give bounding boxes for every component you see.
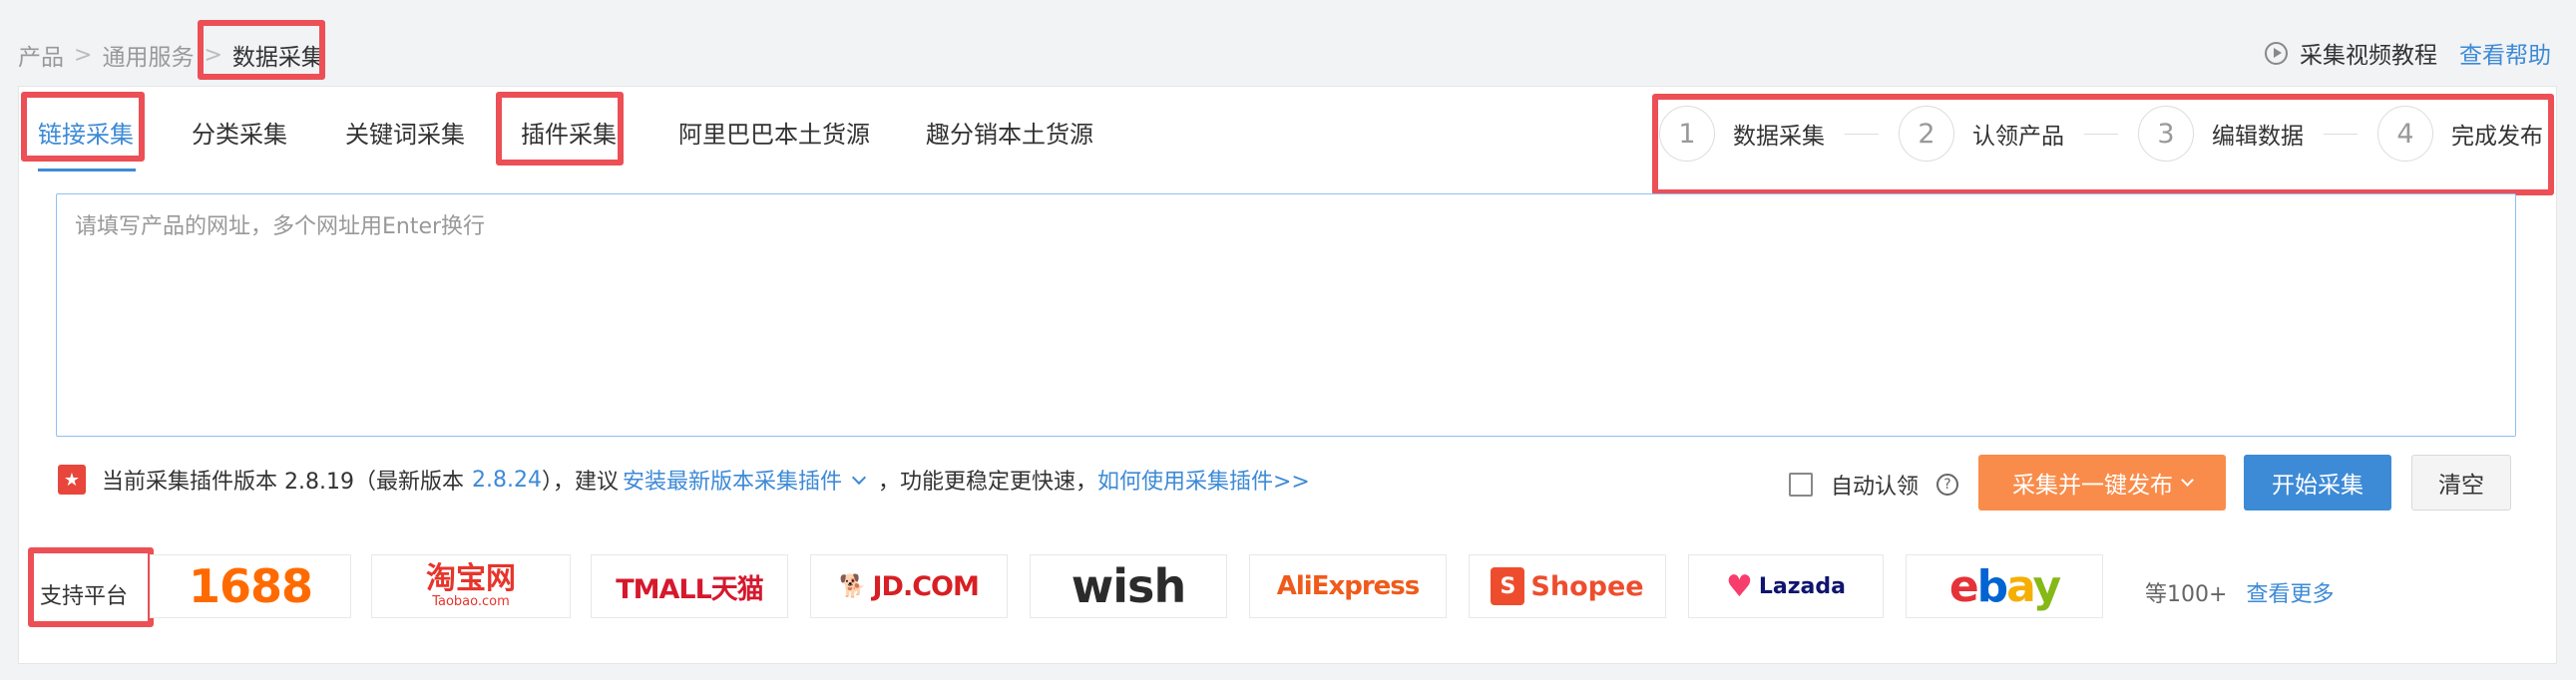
- step-number: 3: [2138, 106, 2194, 162]
- auto-claim-label: 自动认领: [1831, 475, 1920, 500]
- step-number: 1: [1659, 106, 1715, 162]
- play-circle-icon: [2265, 41, 2288, 65]
- start-collect-button[interactable]: 开始采集: [2244, 455, 2391, 510]
- url-input[interactable]: [56, 193, 2516, 437]
- tab-keyword-collect[interactable]: 关键词采集: [315, 92, 493, 171]
- plugin-suggest-text: ），建议: [541, 470, 619, 495]
- how-to-use-plugin-link[interactable]: 如何使用采集插件>>: [1097, 464, 1310, 496]
- tab-link-collect[interactable]: 链接采集: [22, 92, 148, 171]
- auto-claim: 自动认领 ?: [1789, 469, 1959, 501]
- platform-wish[interactable]: wish: [1030, 554, 1227, 618]
- star-badge-icon: ★: [58, 465, 86, 495]
- tab-plugin-collect[interactable]: 插件采集: [493, 92, 644, 171]
- clear-button[interactable]: 清空: [2411, 455, 2511, 510]
- tab-alibaba-source[interactable]: 阿里巴巴本土货源: [644, 92, 898, 171]
- plugin-version-text: 当前采集插件版本 2.8.19（最新版本: [102, 470, 464, 495]
- question-circle-icon[interactable]: ?: [1936, 474, 1959, 496]
- step-connector: [2324, 133, 2358, 135]
- breadcrumb-separator: >: [74, 42, 93, 68]
- lazada-heart-icon: ♥: [1725, 568, 1753, 604]
- step-1: 1 数据采集: [1659, 106, 1899, 162]
- plugin-version-row: ★ 当前采集插件版本 2.8.19（最新版本 2.8.24 ），建议 安装最新版…: [58, 464, 1310, 496]
- video-tutorial-link[interactable]: 采集视频教程: [2300, 36, 2437, 70]
- breadcrumb-current: 数据采集: [231, 45, 324, 71]
- step-2: 2 认领产品: [1899, 106, 2138, 162]
- shopee-bag-icon: S: [1491, 567, 1525, 605]
- step-label: 认领产品: [1972, 124, 2064, 150]
- breadcrumb-separator: >: [204, 42, 222, 68]
- ebay-logo: ebay: [1948, 560, 2061, 612]
- step-4: 4 完成发布: [2377, 106, 2543, 162]
- collect-and-publish-button[interactable]: 采集并一键发布: [1978, 455, 2226, 510]
- step-connector: [2084, 133, 2118, 135]
- step-indicator: 1 数据采集 2 认领产品 3 编辑数据 4 完成发布: [1659, 104, 2543, 164]
- breadcrumb-item-general-services[interactable]: 通用服务: [102, 38, 194, 72]
- chevron-down-icon: [2181, 474, 2194, 487]
- platform-ebay[interactable]: ebay: [1906, 554, 2103, 618]
- tab-bar: 链接采集 分类采集 关键词采集 插件采集 阿里巴巴本土货源 趣分销本土货源: [22, 92, 1121, 171]
- auto-claim-checkbox[interactable]: [1789, 473, 1813, 497]
- platform-tmall[interactable]: TMALL天猫: [591, 554, 788, 618]
- plugin-benefit-text: ，功能更稳定更快速，: [877, 470, 1097, 495]
- chevron-down-icon[interactable]: [851, 470, 867, 486]
- latest-version: 2.8.24: [471, 467, 542, 493]
- breadcrumb-item-products[interactable]: 产品: [18, 38, 64, 72]
- step-label: 数据采集: [1733, 124, 1825, 150]
- more-count: 等100+: [2145, 582, 2228, 607]
- platform-shopee[interactable]: S Shopee: [1469, 554, 1666, 618]
- install-plugin-link[interactable]: 安装最新版本采集插件: [623, 464, 842, 496]
- platform-1688[interactable]: 1688: [150, 554, 351, 618]
- top-links: 采集视频教程 查看帮助: [2265, 36, 2551, 70]
- platform-taobao[interactable]: 淘宝网 Taobao.com: [371, 554, 571, 618]
- tab-qufenxiao-source[interactable]: 趣分销本土货源: [898, 92, 1121, 171]
- step-3: 3 编辑数据: [2138, 106, 2377, 162]
- more-platforms: 等100+ 查看更多: [2145, 576, 2334, 608]
- step-connector: [1845, 133, 1879, 135]
- view-more-link[interactable]: 查看更多: [2246, 582, 2334, 607]
- jd-dog-icon: 🐕: [839, 573, 867, 599]
- step-label: 完成发布: [2451, 124, 2543, 150]
- platforms-label: 支持平台: [40, 584, 129, 609]
- breadcrumb: 产品 > 通用服务 > 数据采集: [18, 38, 324, 72]
- platform-lazada[interactable]: ♥ Lazada: [1688, 554, 1884, 618]
- step-number: 2: [1899, 106, 1954, 162]
- step-number: 4: [2377, 106, 2433, 162]
- help-link[interactable]: 查看帮助: [2459, 36, 2551, 70]
- platform-aliexpress[interactable]: AliExpress: [1249, 554, 1447, 618]
- tab-category-collect[interactable]: 分类采集: [148, 92, 315, 171]
- step-label: 编辑数据: [2212, 124, 2304, 150]
- platform-jd[interactable]: 🐕 JD.COM: [810, 554, 1008, 618]
